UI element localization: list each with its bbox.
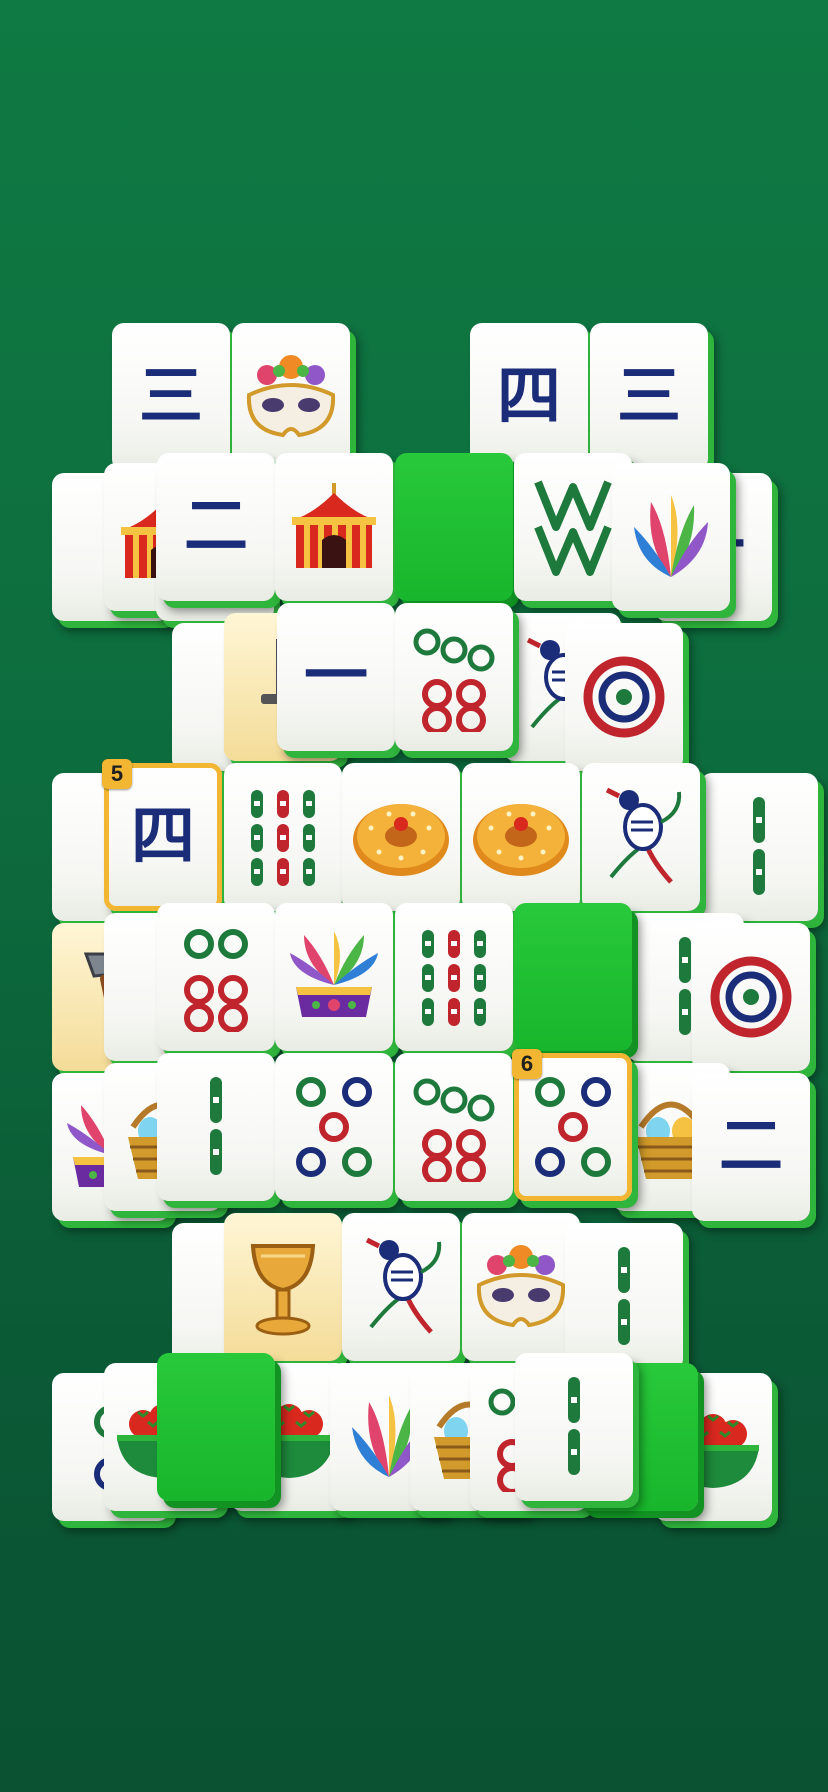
tile-face: 四 (470, 323, 588, 471)
bamboo-tile[interactable] (515, 1353, 633, 1501)
bamboo-tile[interactable] (700, 773, 818, 921)
target-tile[interactable] (565, 623, 683, 771)
character-one-tile[interactable]: 一 (277, 603, 395, 751)
tile-face: 三 (112, 323, 230, 471)
tile-face (612, 463, 730, 611)
tile-face: 一 (277, 603, 395, 751)
bamboo-tile[interactable] (565, 1223, 683, 1371)
bamboo-two-icon (739, 787, 779, 907)
tile-face (342, 1213, 460, 1361)
circus-tent-icon (282, 475, 386, 579)
bamboo-nine-icon (241, 782, 325, 892)
target-icon (579, 652, 669, 742)
blank-tile[interactable] (514, 903, 632, 1051)
bamboo-tile[interactable] (395, 903, 513, 1051)
tile-face (395, 903, 513, 1051)
character-four-tile[interactable]: 四 (470, 323, 588, 471)
king-cake-icon (469, 792, 573, 882)
sparrow-bird-icon (351, 1232, 451, 1342)
bamboo-two-icon (196, 1067, 236, 1187)
character-three-tile[interactable]: 三 (112, 323, 230, 471)
tile-face (232, 323, 350, 471)
tile-face (157, 903, 275, 1051)
bird-tile[interactable] (342, 1213, 460, 1361)
dots-tile[interactable] (157, 903, 275, 1051)
tile-face (157, 1353, 275, 1501)
dots-tile[interactable]: 6 (512, 1049, 632, 1201)
dots-seven-icon (409, 622, 499, 732)
circus-tent-tile[interactable] (275, 453, 393, 601)
bamboo-nine-icon (412, 922, 496, 1032)
dots-five-icon (528, 1072, 618, 1182)
tile-face: 三 (590, 323, 708, 471)
tile-face (224, 1213, 342, 1361)
bamboo-tile[interactable] (157, 1053, 275, 1201)
tile-face (462, 763, 580, 911)
dots-six-icon (171, 922, 261, 1032)
tile-face (514, 903, 632, 1051)
character-glyph: 四 (497, 359, 561, 434)
carnival-mask-icon (239, 345, 343, 449)
tile-face (275, 903, 393, 1051)
king-cake-tile[interactable] (342, 763, 460, 911)
sparrow-bird-icon (591, 782, 691, 892)
dots-tile[interactable] (395, 603, 513, 751)
tile-face (395, 1053, 513, 1201)
tile-face (342, 763, 460, 911)
tile-face (582, 763, 700, 911)
bamboo-w-icon (528, 472, 618, 582)
tile-face: 二 (692, 1073, 810, 1221)
carnival-mask-tile[interactable] (462, 1213, 580, 1361)
bamboo-two-icon (554, 1367, 594, 1487)
character-four-tile[interactable]: 四5 (102, 759, 222, 911)
blank-tile[interactable] (395, 453, 513, 601)
character-glyph: 二 (719, 1109, 783, 1184)
golden-chalice-icon (243, 1232, 323, 1342)
carnival-mask-tile[interactable] (232, 323, 350, 471)
character-two-tile[interactable]: 二 (157, 453, 275, 601)
tile-face (565, 1223, 683, 1371)
tile-face (692, 923, 810, 1071)
character-three-tile[interactable]: 三 (590, 323, 708, 471)
character-glyph: 四 (131, 799, 195, 874)
character-glyph: 三 (617, 359, 681, 434)
carnival-mask-icon (469, 1235, 573, 1339)
tile-face (700, 773, 818, 921)
feather-crown-tile[interactable] (275, 903, 393, 1051)
target-tile[interactable] (692, 923, 810, 1071)
tile-face (157, 1053, 275, 1201)
blank-tile[interactable] (157, 1353, 275, 1501)
king-cake-icon (349, 792, 453, 882)
dots-seven-icon (409, 1072, 499, 1182)
tile-face (395, 453, 513, 601)
tile-face (395, 603, 513, 751)
character-two-tile[interactable]: 二 (692, 1073, 810, 1221)
dots-tile[interactable] (275, 1053, 393, 1201)
tile-face (565, 623, 683, 771)
king-cake-tile[interactable] (462, 763, 580, 911)
feather-headdress-icon (626, 487, 716, 587)
tile-face (462, 1213, 580, 1361)
tile-face: 二 (157, 453, 275, 601)
bamboo-tile[interactable] (224, 763, 342, 911)
bamboo-two-icon (604, 1237, 644, 1357)
character-glyph: 二 (184, 489, 248, 564)
mahjong-board: 三 四三 一 二 (0, 0, 828, 1792)
hint-order-badge: 5 (102, 759, 132, 789)
character-glyph: 三 (139, 359, 203, 434)
dots-tile[interactable] (395, 1053, 513, 1201)
character-glyph: 一 (304, 639, 368, 714)
bird-tile[interactable] (582, 763, 700, 911)
tile-face (224, 763, 342, 911)
target-icon (706, 952, 796, 1042)
dots-five-icon (289, 1072, 379, 1182)
feather-headdress-tile[interactable] (612, 463, 730, 611)
golden-chalice-tile[interactable] (224, 1213, 342, 1361)
tile-face (275, 453, 393, 601)
tile-face (275, 1053, 393, 1201)
feather-crown-icon (282, 925, 386, 1029)
hint-order-badge: 6 (512, 1049, 542, 1079)
tile-face (515, 1353, 633, 1501)
